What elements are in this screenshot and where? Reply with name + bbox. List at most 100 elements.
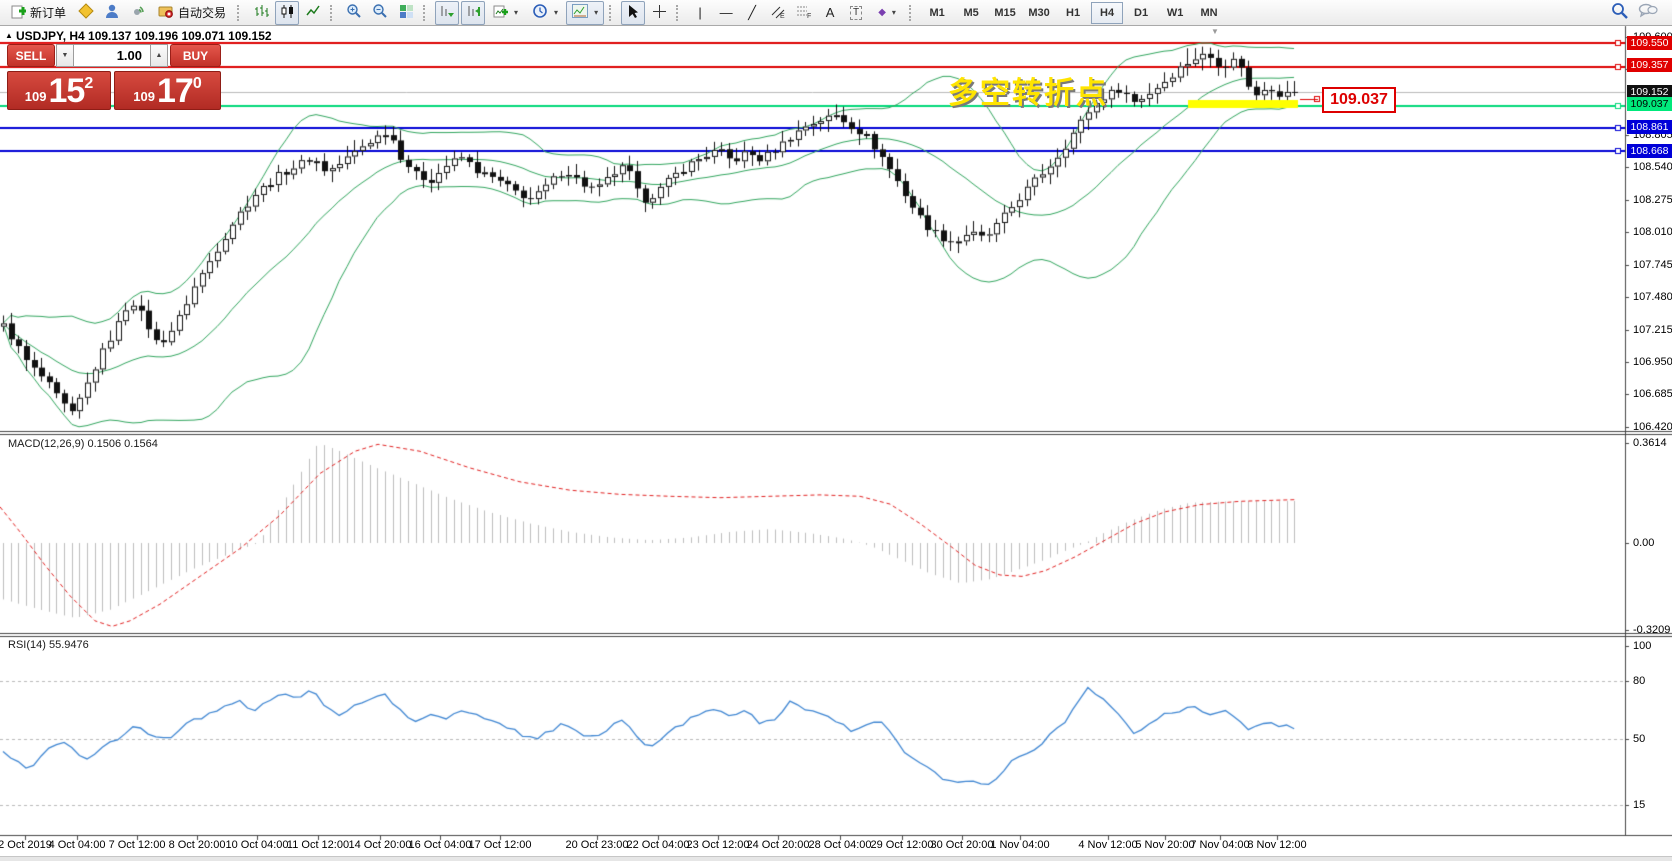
timeframe-w1[interactable]: W1	[1159, 2, 1191, 24]
buy-price-point: 0	[193, 75, 202, 93]
chevron-down-icon: ▾	[514, 8, 518, 17]
toolbar-grip	[676, 5, 681, 21]
broadcast-icon	[130, 3, 146, 22]
search-icon[interactable]	[1611, 2, 1628, 24]
buy-price-tile[interactable]: 109 17 0	[114, 71, 221, 110]
timeframe-m1[interactable]: M1	[921, 2, 953, 24]
trendline-tool-button[interactable]: ╱	[740, 1, 764, 25]
bar-chart-icon	[254, 4, 269, 22]
zoom-out-button[interactable]	[368, 1, 392, 25]
chart-shift-marker-icon[interactable]: ▼	[1211, 27, 1219, 36]
timeframe-mn[interactable]: MN	[1193, 2, 1225, 24]
templates-dropdown[interactable]: ▾	[566, 1, 604, 25]
new-chart-icon	[493, 4, 508, 22]
time-axis-label: 7 Oct 12:00	[109, 839, 166, 851]
buy-button[interactable]: BUY	[170, 44, 221, 67]
cursor-tool-button[interactable]	[621, 1, 645, 25]
chevron-down-icon: ▾	[594, 8, 598, 17]
price-callout-box[interactable]: 109.037	[1322, 87, 1396, 113]
periods-dropdown[interactable]: ▾	[526, 1, 564, 25]
axis-tick-label: 0.00	[1633, 537, 1654, 549]
time-axis-label: 29 Oct 12:00	[871, 839, 934, 851]
sell-price-pips: 15	[48, 74, 84, 108]
equidistant-channel-icon: E	[770, 4, 786, 22]
time-axis-label: 22 Oct 04:00	[627, 839, 690, 851]
toolbar-grip	[609, 5, 614, 21]
timeframe-d1[interactable]: D1	[1125, 2, 1157, 24]
crosshair-icon	[652, 4, 667, 22]
axis-tick-label: 50	[1633, 733, 1645, 745]
axis-tick-label: 100	[1633, 640, 1651, 652]
line-chart-mode-button[interactable]	[301, 1, 325, 25]
channel-tool-button[interactable]: E	[766, 1, 790, 25]
vertical-line-icon: |	[698, 5, 701, 20]
buy-price-figure: 109	[133, 89, 155, 104]
axis-tick-label: 106.685	[1633, 388, 1672, 400]
bar-chart-mode-button[interactable]	[249, 1, 273, 25]
new-chart-dropdown[interactable]: ▾	[487, 1, 524, 25]
vertical-line-tool-button[interactable]: |	[688, 1, 712, 25]
gold-diamond-icon	[78, 3, 94, 22]
sell-price-tile[interactable]: 109 15 2	[7, 71, 111, 110]
timeframe-h4[interactable]: H4	[1091, 2, 1123, 24]
chat-icon[interactable]	[1638, 2, 1658, 23]
axis-tick-label: 108.275	[1633, 194, 1672, 206]
auto-scroll-icon	[440, 4, 455, 22]
new-order-icon	[11, 4, 26, 22]
symbol-tree-arrow-icon[interactable]: ▲	[5, 31, 13, 40]
price-badge: 109.037	[1627, 97, 1672, 111]
chart-annotation-text[interactable]: 多空转折点	[948, 68, 1108, 112]
sell-button[interactable]: SELL	[7, 44, 55, 67]
window-bottom-strip	[0, 856, 1672, 861]
time-axis-label: 2 Oct 2019	[0, 839, 52, 851]
price-badge: 108.668	[1627, 144, 1672, 158]
timeframe-m30[interactable]: M30	[1023, 2, 1055, 24]
volume-increase-button[interactable]: ▲	[150, 44, 168, 67]
time-axis-label: 5 Nov 20:00	[1135, 839, 1194, 851]
zoom-in-icon	[346, 3, 362, 22]
market-watch-button[interactable]	[74, 1, 98, 25]
axis-tick-label: 80	[1633, 675, 1645, 687]
clock-icon	[532, 3, 548, 22]
text-label-icon: T	[850, 6, 862, 20]
volume-input[interactable]	[74, 44, 150, 67]
volume-decrease-button[interactable]: ▼	[56, 44, 74, 67]
arrows-dropdown[interactable]: ◆ ▾	[870, 1, 904, 25]
zoom-out-icon	[372, 3, 388, 22]
candlestick-mode-button[interactable]	[275, 1, 299, 25]
axis-tick-label: 108.010	[1633, 226, 1672, 238]
time-axis-label: 8 Nov 12:00	[1247, 839, 1306, 851]
toolbar-grip	[330, 5, 335, 21]
chart-canvas[interactable]	[0, 0, 1672, 860]
accounts-button[interactable]	[100, 1, 124, 25]
chart-title: USDJPY, H4 109.137 109.196 109.071 109.1…	[16, 29, 272, 43]
auto-trading-button[interactable]: 自动交易	[152, 1, 232, 25]
auto-trading-label: 自动交易	[178, 4, 226, 21]
horizontal-line-tool-button[interactable]: —	[714, 1, 738, 25]
fibonacci-tool-button[interactable]: F	[792, 1, 816, 25]
timeframe-m15[interactable]: M15	[989, 2, 1021, 24]
auto-scroll-button[interactable]	[435, 1, 459, 25]
macd-indicator-label: MACD(12,26,9) 0.1506 0.1564	[8, 438, 158, 450]
time-axis-label: 23 Oct 12:00	[687, 839, 750, 851]
timeframe-h1[interactable]: H1	[1057, 2, 1089, 24]
new-order-button[interactable]: 新订单	[5, 1, 72, 25]
time-axis-label: 14 Oct 20:00	[349, 839, 412, 851]
crosshair-tool-button[interactable]	[647, 1, 671, 25]
signals-button[interactable]	[126, 1, 150, 25]
timeframe-m5[interactable]: M5	[955, 2, 987, 24]
text-label-tool-button[interactable]: T	[844, 1, 868, 25]
text-icon: A	[826, 5, 835, 20]
zoom-in-button[interactable]	[342, 1, 366, 25]
toolbar-grip	[909, 5, 914, 21]
tile-windows-button[interactable]	[394, 1, 418, 25]
time-axis-label: 1 Nov 04:00	[990, 839, 1049, 851]
text-tool-button[interactable]: A	[818, 1, 842, 25]
chevron-down-icon: ▾	[554, 8, 558, 17]
time-axis-label: 20 Oct 23:00	[566, 839, 629, 851]
svg-text:F: F	[807, 13, 811, 19]
time-axis-label: 11 Oct 12:00	[287, 839, 349, 851]
chart-shift-button[interactable]	[461, 1, 485, 25]
toolbar-grip	[237, 5, 242, 21]
axis-tick-label: 106.950	[1633, 356, 1672, 368]
